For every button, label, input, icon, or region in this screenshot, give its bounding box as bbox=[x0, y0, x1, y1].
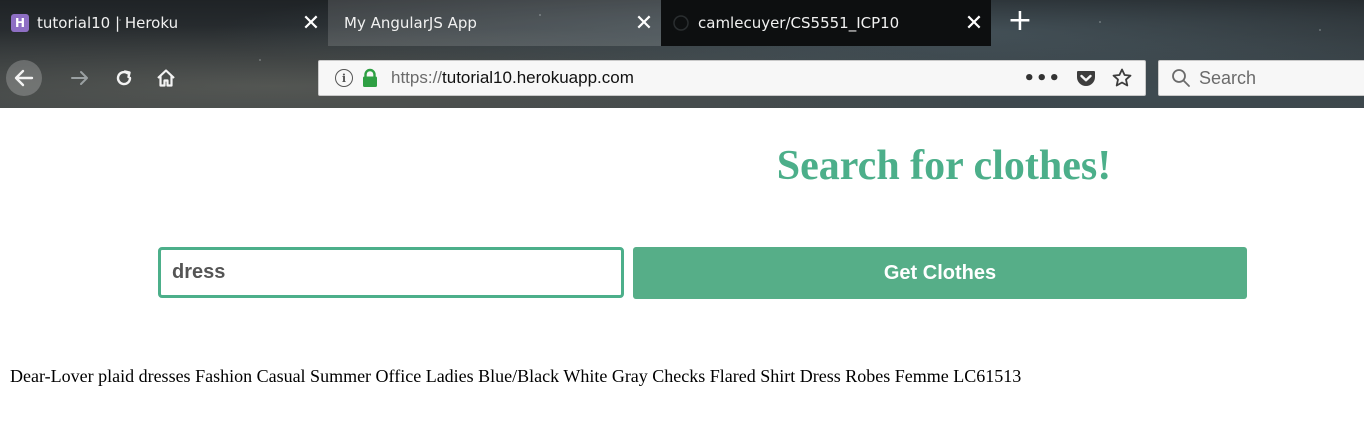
reload-icon bbox=[116, 70, 132, 86]
tab-title: tutorial10 | Heroku bbox=[37, 14, 179, 32]
page-actions-menu-button[interactable]: ••• bbox=[1023, 68, 1061, 89]
tab-github[interactable]: camlecuyer/CS5551_ICP10 ✕ bbox=[661, 0, 991, 46]
home-button[interactable] bbox=[148, 60, 184, 96]
close-icon[interactable]: ✕ bbox=[294, 11, 328, 36]
browser-chrome: H tutorial10 | Heroku ✕ My AngularJS App… bbox=[0, 0, 1364, 108]
result-item: Dear-Lover plaid dresses Fashion Casual … bbox=[10, 366, 1022, 386]
url-scheme: https:// bbox=[391, 68, 443, 87]
arrow-right-icon bbox=[71, 71, 88, 85]
reload-button[interactable] bbox=[106, 60, 142, 96]
back-button[interactable] bbox=[6, 60, 42, 96]
toolbar: i https://tutorial10.herokuapp.com ••• S… bbox=[0, 48, 1364, 108]
info-icon[interactable]: i bbox=[335, 69, 353, 87]
search-input[interactable] bbox=[158, 247, 624, 298]
get-clothes-button[interactable]: Get Clothes bbox=[633, 247, 1247, 299]
tab-angularjs-app[interactable]: My AngularJS App ✕ bbox=[328, 0, 661, 46]
page-title: Search for clothes! bbox=[776, 143, 1112, 189]
forward-button[interactable] bbox=[62, 60, 98, 96]
url-text[interactable]: https://tutorial10.herokuapp.com bbox=[391, 68, 634, 88]
bookmark-star-icon[interactable] bbox=[1111, 67, 1133, 89]
browser-search-box[interactable]: Search bbox=[1158, 60, 1364, 96]
lock-icon[interactable] bbox=[361, 68, 379, 88]
tab-heroku[interactable]: H tutorial10 | Heroku ✕ bbox=[0, 0, 328, 46]
tab-title: camlecuyer/CS5551_ICP10 bbox=[698, 14, 900, 32]
github-icon bbox=[672, 14, 690, 32]
heroku-icon: H bbox=[11, 14, 29, 32]
close-icon[interactable]: ✕ bbox=[957, 11, 991, 36]
address-bar[interactable]: i https://tutorial10.herokuapp.com ••• bbox=[318, 60, 1146, 96]
search-icon bbox=[1172, 69, 1190, 87]
tab-title: My AngularJS App bbox=[344, 14, 477, 32]
page-actions: ••• bbox=[1023, 67, 1133, 89]
close-icon[interactable]: ✕ bbox=[627, 11, 661, 36]
pocket-icon[interactable] bbox=[1075, 67, 1097, 89]
arrow-left-icon bbox=[14, 69, 34, 87]
new-tab-button[interactable]: + bbox=[1003, 4, 1037, 38]
url-domain: tutorial10.herokuapp.com bbox=[442, 68, 634, 87]
home-icon bbox=[157, 69, 175, 87]
search-placeholder: Search bbox=[1199, 67, 1257, 88]
